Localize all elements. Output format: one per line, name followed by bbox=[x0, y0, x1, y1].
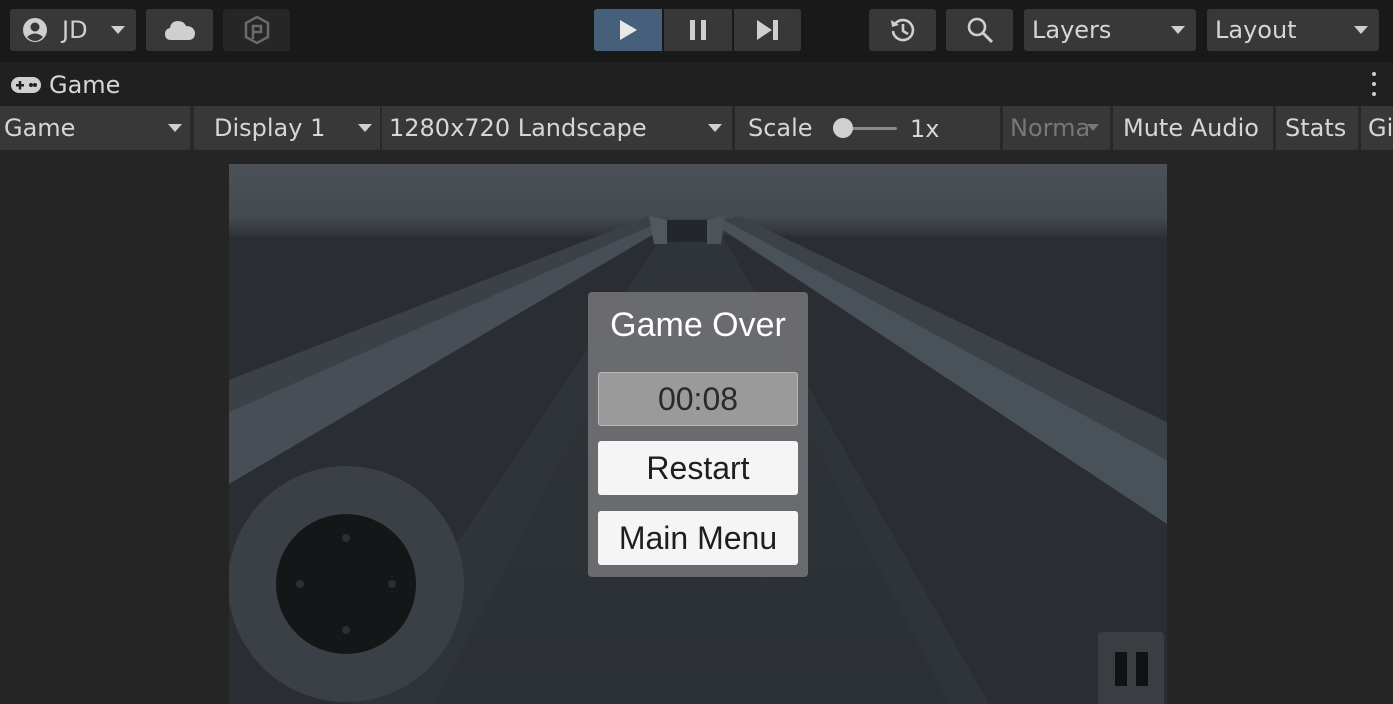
resolution-label: 1280x720 Landscape bbox=[389, 114, 647, 142]
layout-dropdown[interactable]: Layout bbox=[1207, 9, 1379, 51]
play-button[interactable] bbox=[594, 9, 662, 51]
cloud-icon bbox=[164, 21, 195, 40]
step-button[interactable] bbox=[734, 9, 801, 51]
main-menu-button[interactable]: Main Menu bbox=[598, 511, 798, 565]
layers-label: Layers bbox=[1032, 16, 1112, 44]
chevron-down-icon bbox=[168, 124, 182, 132]
stats-toggle[interactable]: Stats bbox=[1276, 106, 1358, 150]
pause-icon bbox=[1115, 652, 1148, 686]
play-icon bbox=[620, 20, 637, 40]
mute-audio-label: Mute Audio bbox=[1123, 114, 1259, 142]
game-over-panel: Game Over 00:08 Restart Main Menu bbox=[588, 292, 808, 577]
display-dropdown[interactable]: Display 1 bbox=[194, 106, 380, 150]
search-button[interactable] bbox=[946, 9, 1013, 51]
tab-game[interactable]: Game bbox=[49, 71, 120, 99]
more-options-icon[interactable] bbox=[1371, 72, 1377, 96]
chevron-down-icon bbox=[708, 124, 722, 132]
vsync-label: Norma bbox=[1010, 114, 1091, 142]
resolution-dropdown[interactable]: 1280x720 Landscape bbox=[382, 106, 732, 150]
history-icon bbox=[890, 18, 914, 42]
game-over-title: Game Over bbox=[610, 306, 786, 344]
view-mode-label: Game bbox=[4, 114, 76, 142]
chevron-down-icon bbox=[1171, 26, 1185, 34]
scale-label: Scale bbox=[748, 114, 813, 142]
pause-icon bbox=[690, 20, 706, 40]
chevron-down-icon bbox=[1087, 124, 1099, 131]
vsync-dropdown[interactable]: Norma bbox=[1003, 106, 1110, 150]
account-dropdown[interactable]: JD bbox=[10, 9, 136, 51]
game-pause-button[interactable] bbox=[1098, 632, 1164, 704]
scale-value: 1x bbox=[910, 115, 940, 143]
scale-control: Scale 1x bbox=[735, 106, 1000, 150]
package-button[interactable] bbox=[223, 9, 290, 51]
step-icon bbox=[756, 20, 778, 40]
cloud-button[interactable] bbox=[146, 9, 213, 51]
search-icon bbox=[967, 17, 993, 44]
gizmos-toggle[interactable]: Gi bbox=[1361, 106, 1393, 150]
main-toolbar: JD Layers Layout bbox=[0, 0, 1393, 62]
mute-audio-toggle[interactable]: Mute Audio bbox=[1113, 106, 1273, 150]
stats-label: Stats bbox=[1285, 114, 1347, 142]
chevron-down-icon bbox=[1354, 26, 1368, 34]
game-view-toolbar: Game Display 1 1280x720 Landscape Scale … bbox=[0, 106, 1393, 150]
gizmos-label: Gi bbox=[1368, 114, 1393, 142]
account-label: JD bbox=[62, 16, 88, 44]
gamepad-icon bbox=[11, 77, 41, 93]
scale-slider-knob[interactable] bbox=[833, 118, 853, 138]
chevron-down-icon bbox=[111, 26, 125, 34]
layout-label: Layout bbox=[1215, 16, 1297, 44]
view-mode-dropdown[interactable]: Game bbox=[0, 106, 190, 150]
game-tab-bar: Game bbox=[0, 62, 1393, 106]
package-icon bbox=[244, 15, 269, 45]
timer-display: 00:08 bbox=[598, 372, 798, 426]
account-icon bbox=[23, 18, 47, 42]
pause-button[interactable] bbox=[664, 9, 732, 51]
undo-history-button[interactable] bbox=[869, 9, 936, 51]
restart-button[interactable]: Restart bbox=[598, 441, 798, 495]
chevron-down-icon bbox=[358, 124, 372, 132]
layers-dropdown[interactable]: Layers bbox=[1024, 9, 1196, 51]
display-label: Display 1 bbox=[214, 114, 326, 142]
